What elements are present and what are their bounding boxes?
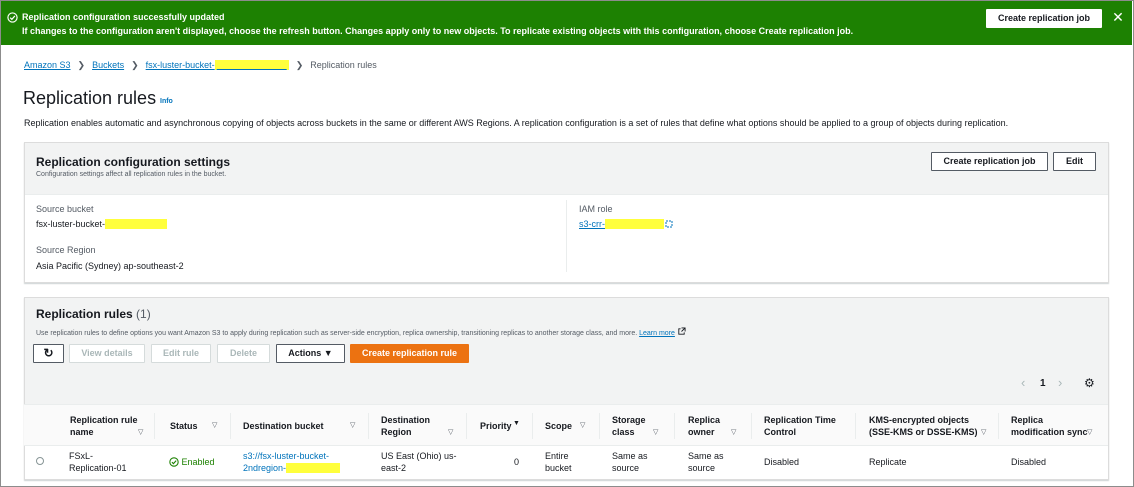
column-separator (368, 413, 369, 439)
col-rule-name[interactable]: Replication rule name (70, 414, 140, 438)
col-replica-modification-sync[interactable]: Replica modification sync (1011, 414, 1093, 438)
chevron-right-icon: ❯ (131, 60, 139, 70)
col-replication-time-control[interactable]: Replication Time Control (764, 414, 844, 438)
success-flash-banner: Replication configuration successfully u… (1, 1, 1132, 45)
edit-rule-button[interactable]: Edit rule (151, 344, 211, 363)
breadcrumb: Amazon S3 ❯ Buckets ❯ fsx-luster-bucket- ❯ Re… (24, 60, 377, 71)
source-bucket-label: Source bucket (36, 204, 94, 214)
sort-icon[interactable]: ▽ (1087, 428, 1092, 436)
page-description: Replication enables automatic and asynch… (24, 118, 1009, 128)
rtc-value: Disabled (764, 457, 800, 467)
redacted-highlight (214, 60, 289, 70)
external-link-icon (678, 327, 686, 335)
source-region-label: Source Region (36, 245, 96, 255)
settings-create-replication-job-button[interactable]: Create replication job (931, 152, 1048, 171)
settings-edit-button[interactable]: Edit (1053, 152, 1096, 171)
status-badge: Enabled (169, 456, 215, 468)
refresh-button[interactable]: ↻ (33, 344, 64, 363)
sort-icon[interactable]: ▽ (448, 428, 453, 436)
sort-icon[interactable]: ▽ (981, 428, 986, 436)
storage-class-value: Same as source (612, 451, 648, 473)
redacted-highlight (605, 219, 665, 229)
column-separator (466, 413, 467, 439)
kms-value: Replicate (869, 457, 907, 467)
breadcrumb-amazon-s3[interactable]: Amazon S3 (24, 60, 71, 70)
chevron-right-icon: ❯ (295, 60, 304, 70)
destination-region-value: US East (Ohio) us-east-2 (381, 451, 457, 473)
sort-icon[interactable]: ▽ (350, 421, 355, 429)
rules-description: Use replication rules to define options … (36, 327, 686, 337)
source-bucket-value: fsx-luster-bucket- (36, 219, 167, 229)
view-details-button[interactable]: View details (69, 344, 145, 363)
col-replica-owner[interactable]: Replica owner (688, 414, 728, 438)
priority-value: 0 (514, 457, 520, 467)
column-divider (566, 200, 567, 272)
column-separator (532, 413, 533, 439)
flash-create-replication-job-button[interactable]: Create replication job (986, 9, 1102, 28)
flash-title: Replication configuration successfully u… (22, 12, 225, 22)
page-number[interactable]: 1 (1040, 378, 1046, 389)
source-region-value: Asia Pacific (Sydney) ap-southeast-2 (36, 261, 184, 271)
settings-title: Replication configuration settings (36, 155, 231, 169)
breadcrumb-buckets[interactable]: Buckets (92, 60, 124, 70)
col-priority[interactable]: Priority (480, 420, 512, 432)
sort-icon[interactable]: ▽ (212, 421, 217, 429)
breadcrumb-current: Replication rules (310, 60, 377, 70)
column-separator (751, 413, 752, 439)
next-page-icon[interactable]: › (1058, 375, 1062, 390)
column-separator (998, 413, 999, 439)
rule-name-link[interactable]: FSxL-Replication-01 (69, 450, 139, 474)
column-separator (599, 413, 600, 439)
flash-message: If changes to the configuration aren't d… (22, 26, 854, 36)
refresh-icon: ↻ (43, 346, 54, 360)
success-check-icon (7, 12, 18, 23)
rules-title: Replication rules (1) (36, 307, 151, 321)
sort-desc-icon[interactable]: ▼ (513, 420, 520, 427)
actions-dropdown-button[interactable]: Actions ▼ (276, 344, 345, 363)
col-kms-encrypted[interactable]: KMS-encrypted objects (SSE-KMS or DSSE-K… (869, 414, 979, 438)
sort-icon[interactable]: ▽ (138, 428, 143, 436)
col-status[interactable]: Status (170, 420, 198, 432)
iam-role-label: IAM role (579, 204, 613, 214)
chevron-right-icon: ❯ (77, 60, 86, 70)
iam-role-link[interactable]: s3-crr- (579, 219, 673, 229)
sort-icon[interactable]: ▽ (731, 428, 736, 436)
external-link-icon (665, 220, 673, 228)
close-icon[interactable]: ✕ (1111, 10, 1125, 26)
breadcrumb-bucket[interactable]: fsx-luster-bucket- (146, 60, 289, 70)
destination-bucket-link[interactable]: s3://fsx-luster-bucket-2ndregion- (243, 450, 347, 474)
info-link[interactable]: Info (160, 98, 173, 105)
delete-button[interactable]: Delete (217, 344, 270, 363)
replica-owner-value: Same as source (688, 451, 724, 473)
modification-sync-value: Disabled (1011, 457, 1047, 467)
success-check-icon (169, 457, 179, 467)
page-title: Replication rules (23, 88, 157, 108)
sort-icon[interactable]: ▽ (580, 421, 585, 429)
create-replication-rule-button[interactable]: Create replication rule (350, 344, 469, 363)
col-scope[interactable]: Scope (545, 420, 572, 432)
col-destination-region[interactable]: Destination Region (381, 414, 441, 438)
redacted-highlight (286, 463, 341, 473)
scope-value: Entire bucket (545, 451, 572, 473)
prev-page-icon[interactable]: ‹ (1021, 375, 1025, 390)
settings-gear-icon[interactable]: ⚙ (1084, 376, 1095, 390)
column-separator (230, 413, 231, 439)
rules-table-header: Replication rule name ▽ Status ▽ Destina… (24, 404, 1108, 446)
column-separator (674, 413, 675, 439)
col-storage-class[interactable]: Storage class (612, 414, 652, 438)
row-select-radio[interactable] (36, 457, 44, 465)
sort-icon[interactable]: ▽ (653, 428, 658, 436)
redacted-highlight (105, 219, 167, 229)
settings-subtitle: Configuration settings affect all replic… (36, 171, 227, 178)
column-separator (154, 413, 155, 439)
column-separator (855, 413, 856, 439)
col-destination-bucket[interactable]: Destination bucket (243, 420, 324, 432)
